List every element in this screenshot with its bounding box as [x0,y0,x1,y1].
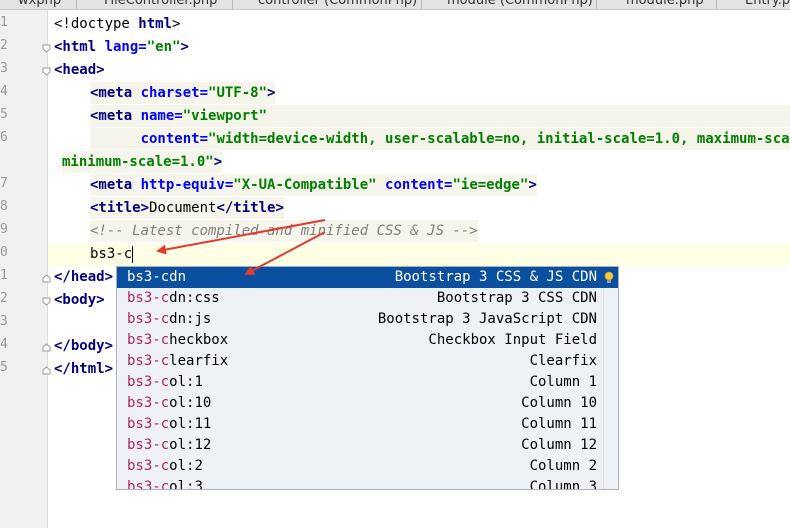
line-number: 3 [0,314,8,329]
code-line-7: <meta http-equiv="X-UA-Compatible" conte… [90,174,537,196]
tab-separator [76,0,77,9]
line-number: 4 [0,337,8,352]
completion-item[interactable]: bs3-cdn:js Bootstrap 3 JavaScript CDN [117,309,618,330]
code-line-11: </head> [54,269,114,285]
tab-module[interactable]: module (CommonPhp) [447,0,593,9]
code-line-10[interactable]: bs3-c [90,243,134,265]
completion-item[interactable]: bs3-clearfix Clearfix [117,351,618,372]
completion-item[interactable]: bs3-col:3 Column 3 [117,477,618,489]
code-line-15: </html> [54,361,114,377]
tab-wxphp[interactable]: wxphp [18,0,61,9]
completion-item[interactable]: bs3-col:11 Column 11 [117,414,618,435]
code-line-3: <head> [54,62,105,78]
line-number: 2 [0,291,8,306]
line-number: 5 [0,107,8,122]
line-number: 0 [0,245,8,260]
completion-item[interactable]: bs3-cdn Bootstrap 3 CSS & JS CDN [117,267,618,288]
line-number: 3 [0,61,8,76]
tab-entry[interactable]: Entry.php [745,0,790,9]
tab-filecontroller[interactable]: FileController.php [104,0,217,9]
tab-separator [596,0,597,9]
popup-scrollbar[interactable] [603,288,618,489]
code-line-14: </body> [54,338,114,354]
code-line-4: <meta charset="UTF-8"> [90,82,276,104]
code-line-5: <meta name="viewport" [90,105,790,127]
line-number: 2 [0,38,8,53]
current-line-highlight [48,244,790,266]
code-line-9: <!-- Latest compiled and minified CSS & … [90,220,478,242]
line-number: 9 [0,222,8,237]
text-caret [132,245,134,263]
tab-separator [421,0,422,9]
line-number: 8 [0,199,8,214]
line-number: 5 [0,360,8,375]
completion-item[interactable]: bs3-checkbox Checkbox Input Field [117,330,618,351]
completion-item[interactable]: bs3-col:12 Column 12 [117,435,618,456]
code-line-2: <html lang="en"> [54,39,189,55]
editor-tab-bar: wxphp FileController.php controller (Com… [0,0,790,10]
line-number: 1 [0,268,8,283]
completion-item[interactable]: bs3-col:10 Column 10 [117,393,618,414]
completion-item[interactable]: bs3-col:1 Column 1 [117,372,618,393]
lightbulb-icon[interactable] [604,271,614,284]
code-line-12: <body> [54,292,105,308]
code-completion-popup[interactable]: bs3-cdn Bootstrap 3 CSS & JS CDN bs3-cdn:… [116,266,619,490]
completion-item[interactable]: bs3-col:2 Column 2 [117,456,618,477]
line-number: 4 [0,84,8,99]
tab-module-php[interactable]: module.php [626,0,704,9]
line-number: 7 [0,176,8,191]
code-line-6: content="width=device-width, user-scalab… [90,128,790,150]
code-line-6-wrapped: minimum-scale=1.0"> [62,151,223,173]
tab-separator [716,0,717,9]
tab-separator [232,0,233,9]
completion-item[interactable]: bs3-cdn:css Bootstrap 3 CSS CDN [117,288,618,309]
code-line-8: <title>Document</title> [90,197,284,219]
line-number: 6 [0,130,8,145]
code-line-1: <!doctype html> [54,16,181,32]
line-number: 1 [0,15,8,30]
line-number-gutter[interactable]: 1 2 3 4 5 6 7 8 9 0 1 2 3 4 5 [0,10,51,528]
tab-controller[interactable]: controller (CommonPhp) [258,0,417,9]
